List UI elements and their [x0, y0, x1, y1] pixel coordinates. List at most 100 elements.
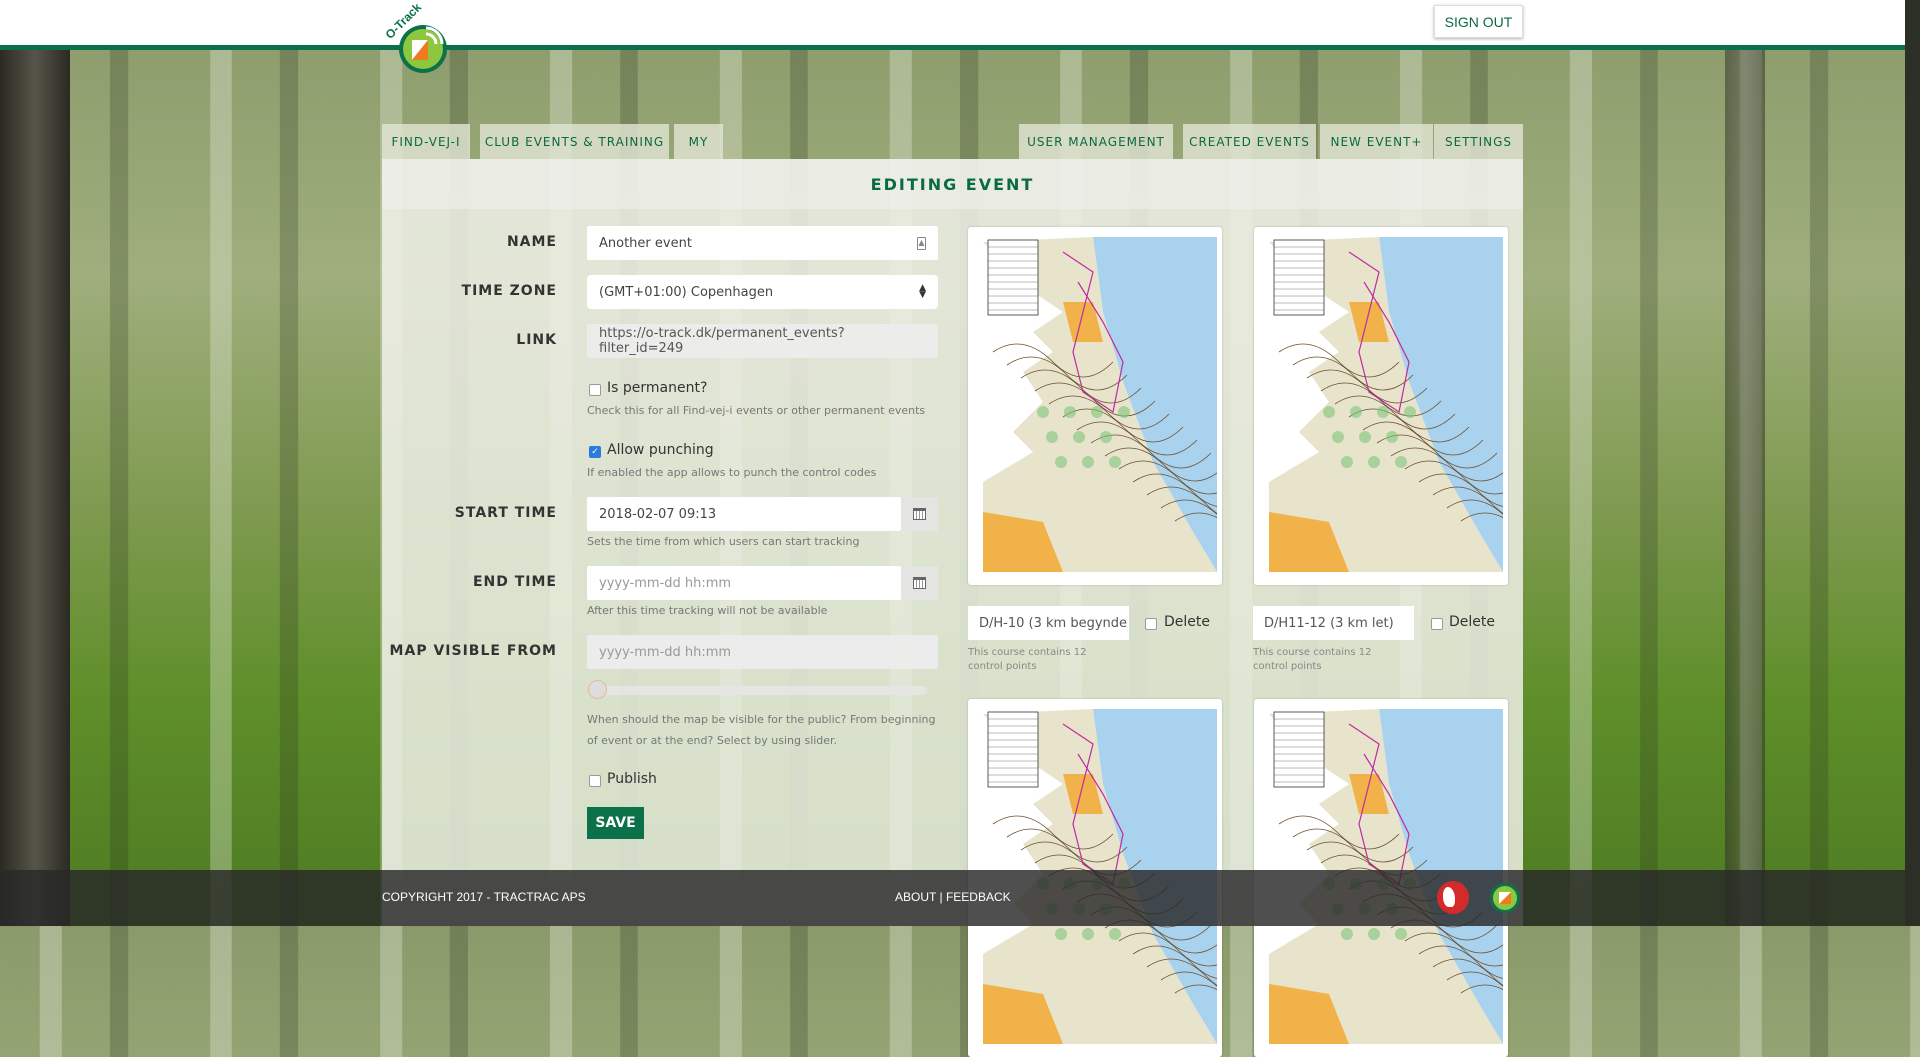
map-vegetation — [1359, 431, 1371, 443]
end-time-input[interactable]: yyyy-mm-dd hh:mm — [587, 566, 901, 600]
save-button[interactable]: SAVE — [587, 807, 644, 839]
map-vegetation — [1404, 406, 1416, 418]
background-tree — [1725, 50, 1765, 926]
delete-course-checkbox[interactable] — [1145, 618, 1157, 630]
map-vegetation — [1091, 406, 1103, 418]
tab-club-events-training[interactable]: CLUB EVENTS & TRAINING — [480, 124, 669, 159]
end-time-label: END TIME — [472, 574, 557, 590]
course-name-input[interactable]: D/H11-12 (3 km let) — [1253, 606, 1414, 640]
about-link[interactable]: ABOUT — [895, 890, 936, 904]
course-map-thumbnail[interactable] — [1254, 227, 1582, 585]
name-input[interactable]: Another event ▲ — [587, 226, 938, 260]
start-time-help: Sets the time from which users can start… — [587, 535, 860, 548]
header-divider — [0, 45, 1905, 50]
delete-label: Delete — [1449, 614, 1495, 630]
delete-course-checkbox[interactable] — [1431, 618, 1443, 630]
allow-punching-label: Allow punching — [607, 442, 714, 458]
map-control-description — [987, 239, 1039, 316]
map-vegetation — [1341, 456, 1353, 468]
map-vegetation — [1055, 928, 1067, 940]
tab-find-vej-i[interactable]: FIND-VEJ-I — [382, 124, 470, 159]
map-vegetation — [1395, 928, 1407, 940]
map-visible-help: When should the map be visible for the p… — [587, 713, 936, 747]
map-control-description — [987, 711, 1039, 788]
calendar-icon — [913, 508, 926, 520]
timezone-label: TIME ZONE — [461, 283, 557, 299]
orienteering-map-image — [973, 232, 1296, 580]
map-control-description — [1273, 239, 1325, 316]
end-calendar-button[interactable] — [901, 566, 938, 600]
tab-settings[interactable]: SETTINGS — [1434, 124, 1523, 159]
allow-punching-checkbox[interactable]: ✓ — [589, 446, 601, 458]
course-map-thumbnail[interactable] — [968, 227, 1296, 585]
course-help: This course contains 12 control points — [1253, 647, 1372, 672]
o-track-logo[interactable]: O-Track — [383, 0, 453, 76]
top-header — [0, 0, 1905, 45]
slider-handle[interactable] — [588, 680, 607, 699]
footer-separator: | — [939, 890, 943, 904]
map-visible-placeholder: yyyy-mm-dd hh:mm — [599, 644, 732, 660]
map-vegetation — [1037, 406, 1049, 418]
o-track-footer-logo-icon[interactable] — [1490, 883, 1520, 913]
sign-out-button[interactable]: SIGN OUT — [1434, 5, 1523, 38]
map-vegetation — [1082, 928, 1094, 940]
timezone-select[interactable]: (GMT+01:00) Copenhagen ▲ ▼ — [587, 275, 938, 309]
delete-label: Delete — [1164, 614, 1210, 630]
is-permanent-label: Is permanent? — [607, 380, 708, 396]
dof-logo-icon[interactable] — [1437, 881, 1469, 914]
map-vegetation — [1332, 431, 1344, 443]
select-arrows-icon: ▲ ▼ — [919, 283, 926, 300]
contact-card-icon: ▲ — [917, 236, 926, 250]
map-vegetation — [1082, 456, 1094, 468]
map-vegetation — [1109, 928, 1121, 940]
is-permanent-help: Check this for all Find-vej-i events or … — [587, 404, 926, 417]
start-calendar-button[interactable] — [901, 497, 938, 531]
map-vegetation — [1368, 928, 1380, 940]
tab-my[interactable]: MY — [674, 124, 723, 159]
timezone-value: (GMT+01:00) Copenhagen — [599, 284, 774, 300]
map-vegetation — [1377, 406, 1389, 418]
map-visible-label: MAP VISIBLE FROM — [389, 643, 557, 659]
map-vegetation — [1064, 406, 1076, 418]
link-label: LINK — [516, 332, 557, 348]
map-vegetation — [1368, 456, 1380, 468]
allow-punching-help: If enabled the app allows to punch the c… — [587, 466, 877, 479]
map-control-description — [1273, 711, 1325, 788]
publish-checkbox[interactable] — [589, 775, 601, 787]
start-time-input[interactable]: 2018-02-07 09:13 — [587, 497, 901, 531]
map-vegetation — [1046, 431, 1058, 443]
scrollbar[interactable] — [1905, 0, 1920, 926]
background-tree — [0, 50, 70, 926]
map-vegetation — [1100, 431, 1112, 443]
footer-links: ABOUT | FEEDBACK — [895, 890, 1011, 904]
map-vegetation — [1118, 406, 1130, 418]
map-visible-slider[interactable] — [592, 686, 927, 695]
map-vegetation — [1055, 456, 1067, 468]
end-time-help: After this time tracking will not be ava… — [587, 604, 828, 617]
tab-new-event[interactable]: NEW EVENT+ — [1320, 124, 1433, 159]
tab-created-events[interactable]: CREATED EVENTS — [1183, 124, 1316, 159]
copyright-text: COPYRIGHT 2017 - TRACTRAC APS — [382, 890, 586, 904]
map-vegetation — [1073, 431, 1085, 443]
link-field[interactable]: https://o-track.dk/permanent_events?filt… — [587, 324, 938, 358]
map-vegetation — [1109, 456, 1121, 468]
start-time-label: START TIME — [454, 505, 557, 521]
calendar-icon — [913, 577, 926, 589]
publish-label: Publish — [607, 771, 657, 787]
map-vegetation — [1350, 406, 1362, 418]
map-visible-input[interactable]: yyyy-mm-dd hh:mm — [587, 635, 938, 669]
map-vegetation — [1323, 406, 1335, 418]
page-title: EDITING EVENT — [382, 159, 1523, 209]
map-vegetation — [1395, 456, 1407, 468]
name-value: Another event — [599, 235, 692, 251]
map-vegetation — [1386, 431, 1398, 443]
course-help: This course contains 12 control points — [968, 647, 1087, 672]
name-label: NAME — [506, 234, 557, 250]
feedback-link[interactable]: FEEDBACK — [946, 890, 1011, 904]
end-time-placeholder: yyyy-mm-dd hh:mm — [599, 575, 732, 591]
orienteering-map-image — [1259, 232, 1582, 580]
map-vegetation — [1341, 928, 1353, 940]
is-permanent-checkbox[interactable] — [589, 384, 601, 396]
tab-user-management[interactable]: USER MANAGEMENT — [1019, 124, 1173, 159]
course-name-input[interactable]: D/H-10 (3 km begynde — [968, 606, 1129, 640]
